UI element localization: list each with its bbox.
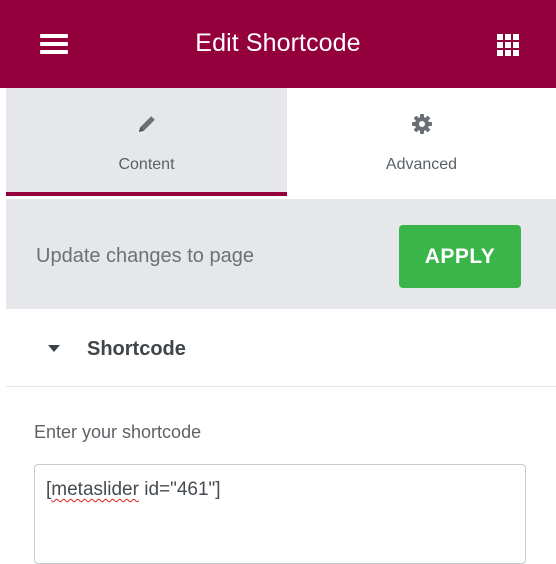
tab-content-label: Content — [118, 156, 175, 173]
tab-advanced[interactable]: Advanced — [287, 88, 556, 195]
shortcode-value-misspelled: metaslider — [51, 479, 139, 500]
section-toggle-shortcode[interactable]: Shortcode — [6, 309, 556, 387]
shortcode-field-label: Enter your shortcode — [34, 422, 202, 442]
section-divider — [6, 386, 556, 387]
update-notice-text: Update changes to page — [36, 245, 254, 267]
panel-tabs: Content Advanced — [0, 88, 556, 196]
gear-icon — [410, 112, 434, 141]
caret-down-icon — [48, 345, 60, 352]
shortcode-value-suffix: id="461"] — [138, 479, 221, 500]
tab-advanced-label: Advanced — [385, 156, 458, 173]
panel-title: Edit Shortcode — [195, 29, 361, 57]
active-tab-indicator — [6, 192, 287, 196]
section-title: Shortcode — [87, 338, 186, 360]
panel-header: Edit Shortcode — [0, 0, 556, 88]
pencil-icon — [135, 112, 159, 141]
grid-icon[interactable] — [497, 34, 519, 56]
update-notice: Update changes to page APPLY — [6, 199, 556, 309]
apply-button[interactable]: APPLY — [399, 225, 521, 288]
tab-content[interactable]: Content — [6, 88, 287, 195]
shortcode-textarea[interactable]: [metaslider id="461"] — [34, 464, 526, 564]
